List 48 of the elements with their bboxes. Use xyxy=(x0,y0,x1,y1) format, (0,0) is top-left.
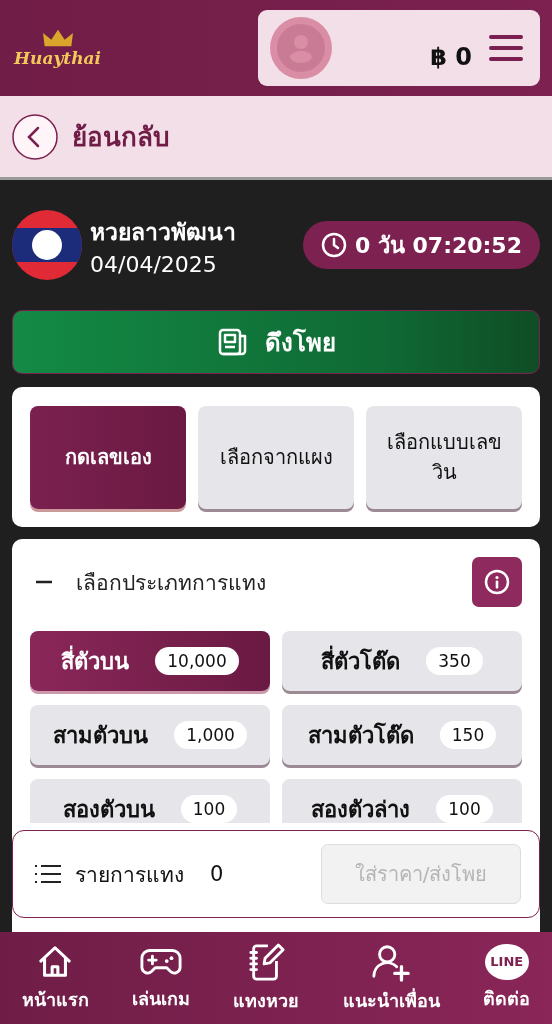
payout-rate-pill: 150 xyxy=(439,721,497,749)
logo-text: Huaythai xyxy=(14,48,101,68)
minus-icon xyxy=(36,580,52,584)
section-title: เลือกประเภทการแทง xyxy=(76,569,266,597)
nav-item[interactable]: หน้าแรก xyxy=(21,942,89,1014)
chat-bubble-icon: LINE xyxy=(484,943,529,980)
payout-rate-pill: 1,000 xyxy=(174,721,247,749)
nav-item[interactable]: LINE ติดต่อ xyxy=(483,943,531,1013)
logo[interactable]: Huaythai xyxy=(14,28,101,68)
bet-type-label: สามตัวโต๊ด xyxy=(307,721,414,750)
bet-type-label: สี่ตัวบน xyxy=(61,643,130,679)
nav-item[interactable]: แนะนำเพื่อน xyxy=(342,941,440,1015)
countdown-text: 0 วัน 07:20:52 xyxy=(354,231,522,260)
menu-icon[interactable] xyxy=(488,33,524,63)
bet-type-option[interactable]: สองตัวล่าง 100 xyxy=(282,779,522,823)
bet-type-option[interactable]: สามตัวโต๊ด 150 xyxy=(282,705,522,765)
info-icon xyxy=(484,569,510,595)
bet-count: 0 xyxy=(210,862,224,886)
payout-rate-pill: 100 xyxy=(180,795,238,823)
bet-type-option[interactable]: สามตัวบน 1,000 xyxy=(30,705,270,765)
notebook-pen-icon xyxy=(247,941,286,982)
mode-tab[interactable]: เลือกแบบเลขวิน xyxy=(366,405,522,509)
newspaper-icon xyxy=(216,326,249,358)
info-button[interactable] xyxy=(472,557,522,607)
payout-rate-pill: 350 xyxy=(426,647,483,675)
nav-item[interactable]: เล่นเกม xyxy=(132,943,191,1013)
payout-rate-pill: 10,000 xyxy=(155,647,239,675)
bet-type-option[interactable]: สี่ตัวโต๊ด 350 xyxy=(282,631,522,691)
balance-text: ฿ 0 xyxy=(430,43,472,71)
bet-type-option[interactable]: สองตัวบน 100 xyxy=(30,779,270,823)
bet-type-label: สามตัวบน xyxy=(53,721,149,750)
bet-type-label: สองตัวบน xyxy=(62,795,155,823)
mode-tab[interactable]: กดเลขเอง xyxy=(30,405,186,509)
nav-item[interactable]: แทงหวย xyxy=(233,941,300,1015)
clock-icon xyxy=(320,232,347,258)
lottery-date: 04/04/2025 xyxy=(90,251,218,277)
list-icon xyxy=(35,864,61,884)
back-button[interactable]: ย้อนกลับ xyxy=(12,113,170,160)
bet-type-option[interactable]: สี่ตัวบน 10,000 xyxy=(30,631,270,691)
payout-rate-pill: 100 xyxy=(436,795,493,823)
bet-type-label: สองตัวล่าง xyxy=(311,795,411,823)
lottery-name: หวยลาวพัฒนา xyxy=(90,217,236,247)
bet-list-label: รายการแทง xyxy=(75,861,184,889)
crown-icon xyxy=(40,28,75,48)
back-icon xyxy=(12,113,58,160)
mode-tab[interactable]: เลือกจากแผง xyxy=(198,405,354,509)
bet-type-label: สี่ตัวโต๊ด xyxy=(321,643,401,679)
pull-slip-button[interactable]: ดึงโพย xyxy=(12,310,540,374)
